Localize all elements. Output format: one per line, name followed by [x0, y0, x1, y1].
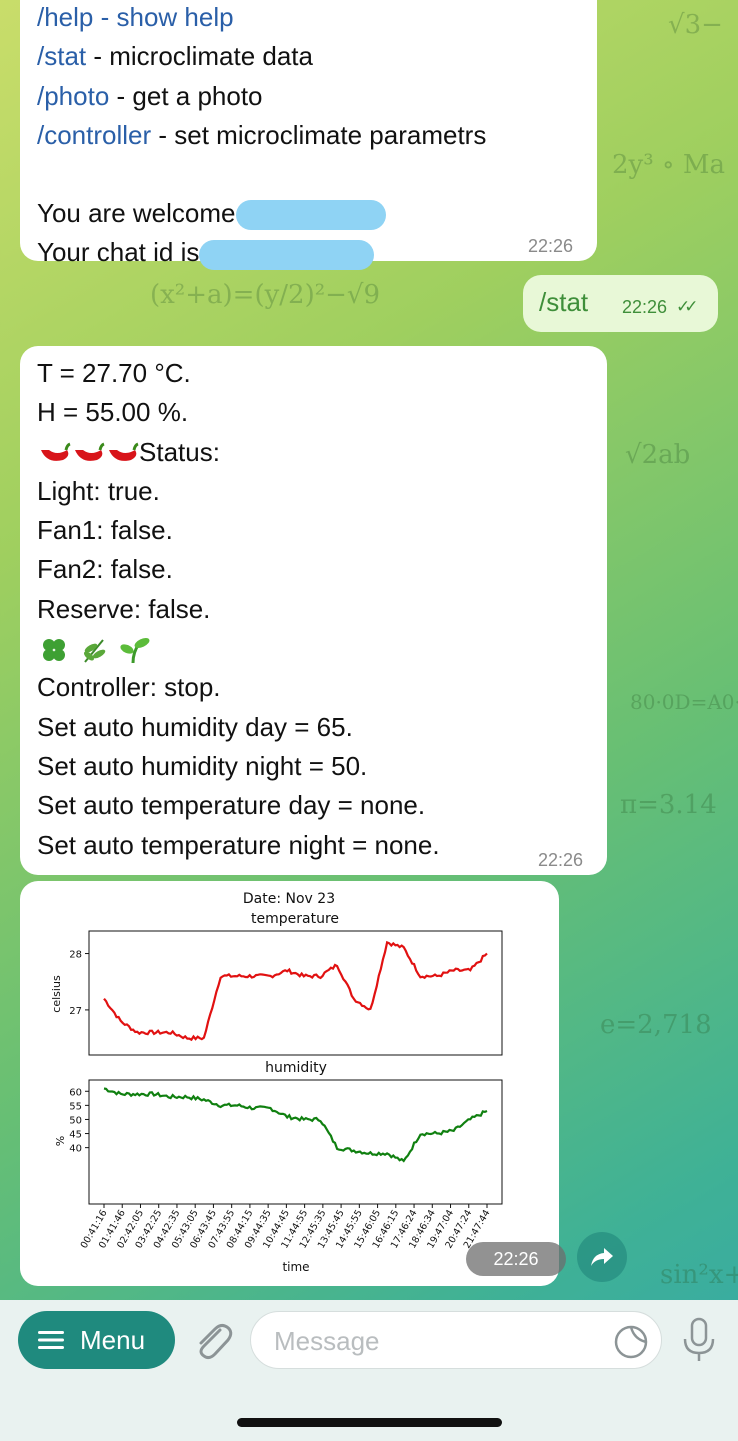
share-button[interactable] [577, 1232, 627, 1282]
welcome-line: You are welcome [37, 194, 597, 233]
chili-icon [109, 442, 139, 461]
controller-status: Controller: stop. [37, 672, 221, 703]
outgoing-message-bubble: /stat 22:26 ✓✓ [523, 275, 718, 332]
paperclip-icon[interactable] [190, 1316, 234, 1364]
redaction-scribble [199, 239, 375, 270]
help-message-bubble: /help - show help /stat - microclimate d… [20, 0, 597, 270]
doodle: e=2,718 [600, 1010, 712, 1040]
reserve-status: Reserve: false. [37, 593, 211, 624]
photo-command-link[interactable]: /photo [37, 81, 109, 111]
message-time: 22:26 [527, 236, 573, 256]
status-line: Status: [37, 433, 607, 472]
help-command-line-cutoff: /help - show help [37, 2, 234, 32]
status-label: Status: [139, 436, 220, 467]
humidity-day-setting: Set auto humidity day = 65. [37, 711, 353, 742]
doodle: √2ab [625, 440, 691, 470]
outgoing-message-text: /stat [539, 287, 589, 317]
clover-icon [43, 639, 65, 662]
menu-label: Menu [80, 1325, 146, 1355]
redaction-scribble [235, 200, 386, 231]
sticker-icon[interactable] [614, 1325, 648, 1359]
doodle: 80·0D=A0·0 [630, 690, 738, 714]
humidity-ytick-label: 55 [69, 1101, 82, 1112]
message-time: 22:26 [537, 850, 583, 870]
bottom-bar: Menu Message [0, 1300, 738, 1441]
humidity-title: humidity [265, 1060, 327, 1076]
photo-command-line: /photo - get a photo [37, 80, 263, 111]
chili-icon [41, 442, 71, 461]
fan1-status: Fan1: false. [37, 515, 173, 546]
menu-icon [38, 1331, 64, 1349]
temperature-ytick-label: 28 [69, 950, 82, 961]
humidity-ytick-label: 60 [69, 1087, 82, 1098]
chat-id-line: Your chat id is [37, 233, 597, 272]
doodle: π=3.14 [620, 790, 717, 820]
humidity-ytick-label: 45 [69, 1130, 82, 1141]
fan2-status: Fan2: false. [37, 554, 173, 585]
menu-button[interactable]: Menu [18, 1311, 175, 1369]
temperature-ylabel: celsius [50, 975, 63, 1013]
temperature-plot-frame [88, 930, 503, 1056]
photo-message-bubble[interactable]: Date: Nov 23 temperature celsius 27 28 hu… [20, 881, 566, 1286]
humidity-night-setting: Set auto humidity night = 50. [37, 750, 368, 781]
chili-icon [75, 442, 105, 461]
humidity-line: H = 55.00 %. [37, 397, 189, 428]
controller-command-link[interactable]: /controller [37, 120, 151, 150]
message-time: 22:26 [622, 297, 668, 317]
stat-command-link[interactable]: /stat [37, 41, 86, 71]
plant-emoji-line [37, 629, 607, 668]
doodle: sin²x+ [660, 1260, 738, 1290]
stat-message-bubble: T = 27.70 °C. H = 55.00 %. Status: Light… [20, 346, 607, 875]
stat-command-line: /stat - microclimate data [37, 41, 313, 72]
controller-command-line: /controller - set microclimate parametrs [37, 119, 487, 150]
seedling-icon [120, 638, 150, 664]
herb-icon [84, 639, 106, 663]
humidity-ylabel: % [53, 1136, 66, 1146]
chart-subtitle: temperature [251, 911, 339, 927]
message-placeholder: Message [274, 1326, 380, 1356]
home-indicator [237, 1418, 502, 1427]
check-icon: ✓✓ [676, 297, 698, 316]
temperature-night-setting: Set auto temperature night = none. [37, 829, 440, 860]
photo-time-badge: 22:26 [466, 1242, 566, 1276]
temperature-day-setting: Set auto temperature day = none. [37, 790, 426, 821]
temperature-ytick-label: 27 [69, 1006, 82, 1017]
doodle: (x²+a)=(y/2)²−√9 [150, 280, 381, 310]
humidity-plot-frame [88, 1079, 503, 1205]
message-input[interactable]: Message [250, 1311, 662, 1369]
chart-image: Date: Nov 23 temperature celsius 27 28 hu… [50, 891, 503, 1274]
temperature-line: T = 27.70 °C. [37, 358, 191, 388]
share-icon [591, 1248, 613, 1266]
mic-icon[interactable] [681, 1317, 717, 1365]
x-axis-label: time [282, 1260, 309, 1274]
humidity-ytick-label: 40 [69, 1144, 82, 1155]
doodle: 2y³ ∘ Ma [612, 150, 726, 180]
doodle: √3− [668, 10, 723, 40]
light-status: Light: true. [37, 475, 160, 506]
humidity-ytick-label: 50 [69, 1115, 82, 1126]
chart-title: Date: Nov 23 [243, 891, 335, 907]
